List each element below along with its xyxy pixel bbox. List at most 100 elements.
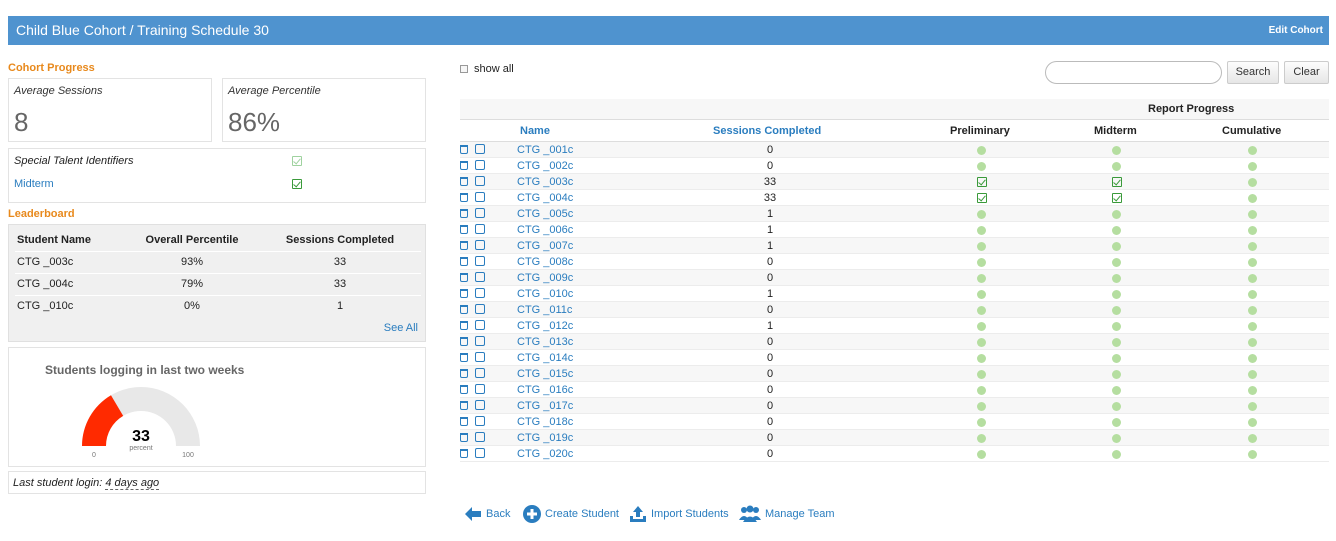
- edit-icon[interactable]: [475, 224, 485, 234]
- student-name-link[interactable]: CTG _018c: [517, 416, 573, 428]
- show-all-toggle[interactable]: show all: [460, 63, 514, 75]
- status-dot-icon: [977, 226, 986, 235]
- check-icon: [1112, 177, 1122, 187]
- student-name-link[interactable]: CTG _002c: [517, 160, 573, 172]
- trash-icon[interactable]: [460, 385, 468, 394]
- trash-icon[interactable]: [460, 305, 468, 314]
- trash-icon[interactable]: [460, 177, 468, 186]
- leaderboard-panel: Student Name Overall Percentile Sessions…: [8, 224, 426, 342]
- upload-icon: [630, 506, 646, 522]
- leaderboard-row: CTG _004c 79% 33: [15, 272, 421, 295]
- trash-icon[interactable]: [460, 289, 468, 298]
- name-column-header[interactable]: Name: [520, 125, 550, 137]
- back-button[interactable]: Back: [464, 505, 510, 523]
- student-name-link[interactable]: CTG _020c: [517, 448, 573, 460]
- edit-icon[interactable]: [475, 432, 485, 442]
- edit-icon[interactable]: [475, 304, 485, 314]
- clear-button[interactable]: Clear: [1284, 61, 1329, 84]
- edit-icon[interactable]: [475, 208, 485, 218]
- sessions-completed-cell: 1: [766, 208, 774, 220]
- manage-team-button[interactable]: Manage Team: [739, 505, 835, 523]
- student-name-link[interactable]: CTG _011c: [517, 304, 572, 316]
- table-row: CTG _018c 0: [460, 414, 1329, 430]
- midterm-link[interactable]: Midterm: [14, 178, 54, 190]
- student-name-link[interactable]: CTG _009c: [517, 272, 573, 284]
- trash-icon[interactable]: [460, 145, 468, 154]
- table-row: CTG _010c 1: [460, 286, 1329, 302]
- student-name-link[interactable]: CTG _003c: [517, 176, 573, 188]
- edit-icon[interactable]: [475, 256, 485, 266]
- edit-icon[interactable]: [475, 176, 485, 186]
- talent-identifiers-card: Special Talent Identifiers Midterm: [8, 148, 426, 203]
- last-login-info: Last student login: 4 days ago: [8, 471, 426, 494]
- trash-icon[interactable]: [460, 209, 468, 218]
- edit-icon[interactable]: [475, 384, 485, 394]
- search-input[interactable]: [1045, 61, 1222, 84]
- search-button[interactable]: Search: [1227, 61, 1279, 84]
- leaderboard-cell-name: CTG _003c: [15, 250, 125, 273]
- student-name-link[interactable]: CTG _004c: [517, 192, 573, 204]
- trash-icon[interactable]: [460, 321, 468, 330]
- sessions-column-header[interactable]: Sessions Completed: [713, 125, 821, 137]
- student-name-link[interactable]: CTG _008c: [517, 256, 573, 268]
- student-name-link[interactable]: CTG _016c: [517, 384, 573, 396]
- status-dot-icon: [1112, 146, 1121, 155]
- trash-icon[interactable]: [460, 337, 468, 346]
- import-students-button[interactable]: Import Students: [629, 505, 729, 523]
- trash-icon[interactable]: [460, 193, 468, 202]
- check-icon: [1112, 193, 1122, 203]
- edit-icon[interactable]: [475, 336, 485, 346]
- edit-icon[interactable]: [475, 320, 485, 330]
- trash-icon[interactable]: [460, 225, 468, 234]
- edit-icon[interactable]: [475, 192, 485, 202]
- edit-icon[interactable]: [475, 240, 485, 250]
- table-row: CTG _006c 1: [460, 222, 1329, 238]
- student-name-link[interactable]: CTG _014c: [517, 352, 573, 364]
- edit-cohort-link[interactable]: Edit Cohort: [1269, 25, 1323, 36]
- student-name-link[interactable]: CTG _017c: [517, 400, 573, 412]
- trash-icon[interactable]: [460, 417, 468, 426]
- leaderboard-row: CTG _010c 0% 1: [15, 294, 421, 317]
- table-row: CTG _004c 33: [460, 190, 1329, 206]
- see-all-link[interactable]: See All: [384, 322, 418, 334]
- student-name-link[interactable]: CTG _012c: [517, 320, 573, 332]
- edit-icon[interactable]: [475, 272, 485, 282]
- student-name-link[interactable]: CTG _001c: [517, 144, 573, 156]
- student-name-link[interactable]: CTG _015c: [517, 368, 573, 380]
- student-name-link[interactable]: CTG _013c: [517, 336, 573, 348]
- create-student-button[interactable]: Create Student: [523, 505, 619, 523]
- edit-icon[interactable]: [475, 352, 485, 362]
- status-dot-icon: [1248, 370, 1257, 379]
- sessions-completed-cell: 0: [766, 160, 774, 172]
- status-dot-icon: [1112, 450, 1121, 459]
- edit-icon[interactable]: [475, 288, 485, 298]
- trash-icon[interactable]: [460, 353, 468, 362]
- edit-icon[interactable]: [475, 400, 485, 410]
- student-name-link[interactable]: CTG _007c: [517, 240, 573, 252]
- edit-icon[interactable]: [475, 144, 485, 154]
- student-name-link[interactable]: CTG _006c: [517, 224, 573, 236]
- table-row: CTG _014c 0: [460, 350, 1329, 366]
- manage-team-label: Manage Team: [765, 507, 835, 520]
- student-name-link[interactable]: CTG _019c: [517, 432, 573, 444]
- trash-icon[interactable]: [460, 161, 468, 170]
- status-dot-icon: [977, 450, 986, 459]
- trash-icon[interactable]: [460, 433, 468, 442]
- student-name-link[interactable]: CTG _005c: [517, 208, 573, 220]
- trash-icon[interactable]: [460, 241, 468, 250]
- trash-icon[interactable]: [460, 369, 468, 378]
- trash-icon[interactable]: [460, 257, 468, 266]
- show-all-checkbox[interactable]: [460, 65, 468, 74]
- trash-icon[interactable]: [460, 273, 468, 282]
- sessions-completed-cell: 0: [766, 352, 774, 364]
- trash-icon[interactable]: [460, 449, 468, 458]
- status-dot-icon: [1248, 162, 1257, 171]
- student-name-link[interactable]: CTG _010c: [517, 288, 573, 300]
- edit-icon[interactable]: [475, 368, 485, 378]
- edit-icon[interactable]: [475, 448, 485, 458]
- edit-icon[interactable]: [475, 160, 485, 170]
- status-dot-icon: [977, 242, 986, 251]
- edit-icon[interactable]: [475, 416, 485, 426]
- back-label: Back: [486, 507, 511, 520]
- trash-icon[interactable]: [460, 401, 468, 410]
